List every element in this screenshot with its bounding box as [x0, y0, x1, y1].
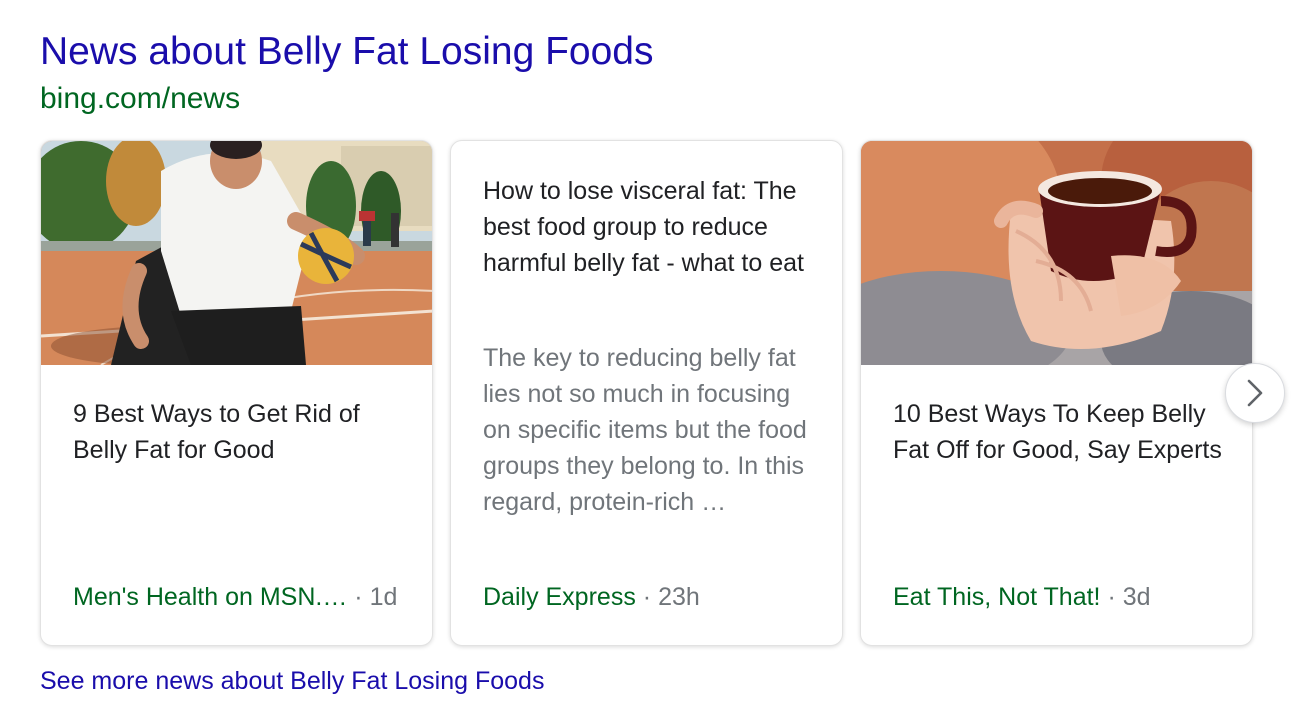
- news-meta: Men's Health on MSN.… · 1d: [73, 579, 408, 615]
- meta-separator: ·: [642, 583, 652, 611]
- news-headline[interactable]: 10 Best Ways To Keep Belly Fat Off for G…: [893, 396, 1228, 468]
- tea-cup-image[interactable]: [861, 141, 1252, 365]
- news-source-url[interactable]: bing.com/news: [40, 80, 240, 118]
- news-publisher: Men's Health on MSN.…: [73, 583, 348, 611]
- meta-separator: ·: [1107, 583, 1116, 611]
- news-headline[interactable]: 9 Best Ways to Get Rid of Belly Fat for …: [73, 396, 408, 468]
- news-publisher: Daily Express: [483, 583, 636, 611]
- news-meta: Daily Express · 23h: [483, 579, 818, 615]
- news-card-2[interactable]: How to lose visceral fat: The best food …: [450, 140, 843, 646]
- news-card-1[interactable]: 9 Best Ways to Get Rid of Belly Fat for …: [40, 140, 433, 646]
- news-headline[interactable]: How to lose visceral fat: The best food …: [483, 173, 818, 281]
- news-section-title[interactable]: News about Belly Fat Losing Foods: [40, 28, 654, 76]
- news-age: 3d: [1122, 583, 1151, 611]
- chevron-right-icon: [1247, 379, 1263, 407]
- news-publisher: Eat This, Not That!: [893, 583, 1101, 611]
- news-meta: Eat This, Not That! · 3d: [893, 579, 1228, 615]
- carousel-next-button[interactable]: [1225, 363, 1285, 423]
- meta-separator: ·: [354, 583, 363, 611]
- news-snippet: The key to reducing belly fat lies not s…: [483, 344, 807, 516]
- see-more-news-link[interactable]: See more news about Belly Fat Losing Foo…: [40, 664, 544, 698]
- basketball-player-image[interactable]: [41, 141, 432, 365]
- news-age: 1d: [369, 583, 398, 611]
- news-card-3[interactable]: 10 Best Ways To Keep Belly Fat Off for G…: [860, 140, 1253, 646]
- news-age: 23h: [658, 583, 700, 611]
